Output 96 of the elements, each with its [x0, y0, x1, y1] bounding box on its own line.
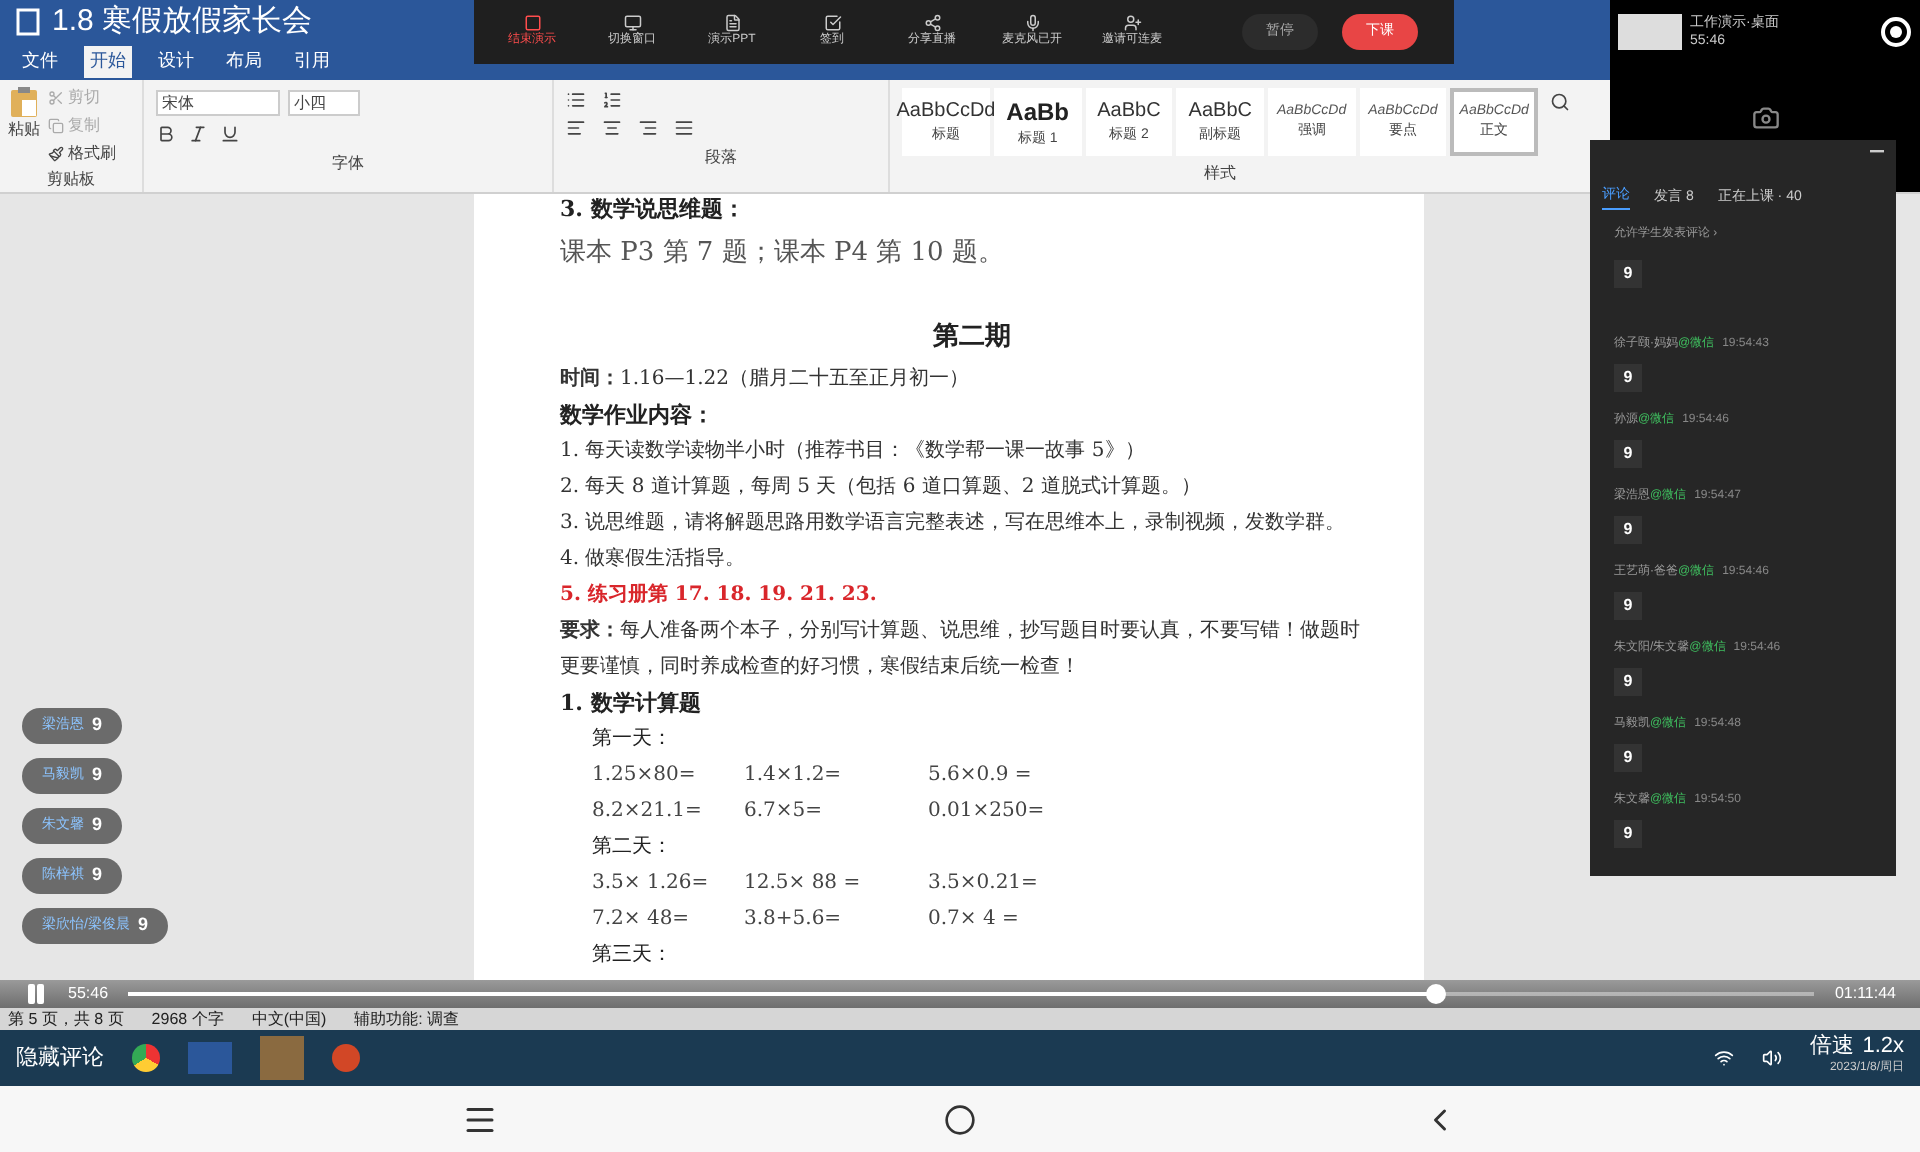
group-label: 样式	[1204, 162, 1236, 186]
font-family-field[interactable]: 宋体	[156, 90, 280, 116]
doc-text: 第一天：	[592, 728, 672, 750]
speed-label: 倍速	[1810, 1036, 1855, 1058]
doc-text: 时间：1.16—1.22（腊月二十五至正月初一）	[560, 368, 970, 390]
microphone-icon	[1023, 14, 1041, 32]
math-problem: 1.4×1.2=	[744, 764, 842, 786]
paintbrush-icon	[48, 146, 64, 162]
slides-taskbar-icon[interactable]	[332, 1044, 360, 1072]
comment-message: 9	[1614, 819, 1642, 847]
network-icon	[1714, 1048, 1735, 1068]
doc-text: 4. 做寒假生活指导。	[560, 548, 746, 570]
math-problem: 1.25×80=	[592, 764, 696, 786]
numbered-list-icon[interactable]	[602, 90, 622, 110]
math-problem: 12.5× 88 =	[744, 872, 861, 894]
checkbox-icon	[823, 14, 841, 32]
doc-heading: 1. 数学计算题	[560, 690, 701, 716]
hide-comments-button[interactable]: 隐藏评论	[16, 1041, 104, 1075]
math-problem: 3.8+5.6=	[744, 908, 842, 930]
comment-message: 9	[1614, 591, 1642, 619]
doc-text: 3. 说思维题，请将解题思路用数学语言完整表述，写在思维本上，录制视频，发数学群。	[560, 512, 1346, 534]
paste-button[interactable]: 粘贴	[8, 86, 40, 168]
group-label: 字体	[332, 152, 364, 176]
comment-message: 9	[1614, 515, 1642, 543]
comment-message: 9	[92, 712, 103, 739]
group-label: 段落	[705, 146, 737, 170]
stop-icon	[523, 14, 541, 32]
math-problem: 3.5×0.21=	[928, 872, 1038, 894]
add-user-icon	[1123, 14, 1141, 32]
menu-tab[interactable]: 开始	[84, 46, 132, 78]
math-problem: 7.2× 48=	[592, 908, 690, 930]
math-problem: 3.5× 1.26=	[592, 872, 709, 894]
doc-heading: 3. 数学说思维题：	[560, 196, 745, 222]
scissors-icon	[48, 90, 64, 106]
clipboard-icon	[10, 86, 38, 118]
home-icon[interactable]	[943, 1103, 976, 1135]
comment-message: 9	[1614, 743, 1642, 771]
comment-message: 9	[1614, 363, 1642, 391]
align-right-icon[interactable]	[638, 118, 658, 138]
record-icon[interactable]	[1880, 16, 1912, 48]
doc-title: 第二期	[933, 322, 1011, 352]
minimize-icon[interactable]	[1870, 150, 1884, 154]
format-painter-button[interactable]: 格式刷	[48, 142, 116, 166]
camera-icon	[1751, 104, 1779, 132]
screen-thumbnail	[1618, 14, 1682, 50]
doc-text: 要求：每人准备两个本子，分别写计算题、说思维，抄写题目时要认真，不要写错！做题时	[560, 620, 1360, 642]
comment-message: 9	[1614, 259, 1642, 287]
comment-message: 9	[1614, 667, 1642, 695]
page-count: 第 5 页，共 8 页	[8, 1007, 124, 1031]
elapsed-time: 55:46	[68, 982, 109, 1006]
progress-thumb[interactable]	[1425, 984, 1446, 1004]
doc-text: 第三天：	[592, 944, 672, 966]
total-time: 01:11:44	[1834, 982, 1896, 1006]
doc-text: 5. 练习册第 17. 18. 19. 21. 23.	[560, 584, 877, 606]
math-problem: 8.2×21.1=	[592, 800, 702, 822]
word-count: 2968 个字	[151, 1007, 224, 1031]
comment-message: 9	[92, 862, 103, 889]
math-problem: 0.01×250=	[928, 800, 1045, 822]
justify-icon[interactable]	[674, 118, 694, 138]
copy-icon	[48, 118, 64, 134]
math-problem: 5.6×0.9 =	[928, 764, 1032, 786]
underline-icon[interactable]	[220, 124, 240, 144]
doc-text: 2. 每天 8 道计算题，每周 5 天（包括 6 道口算题、2 道脱式计算题。）	[560, 476, 1201, 498]
doc-text: 更要谨慎，同时养成检查的好习惯，寒假结束后统一检查！	[560, 656, 1080, 678]
document-icon	[723, 14, 741, 32]
font-size-field[interactable]: 小四	[288, 90, 360, 116]
pause-icon[interactable]	[24, 982, 48, 1006]
search-icon[interactable]	[1550, 92, 1570, 112]
math-problem: 0.7× 4 =	[928, 908, 1019, 930]
italic-icon[interactable]	[188, 124, 208, 144]
doc-text: 1. 每天读数学读物半小时（推荐书目：《数学帮一课一故事 5》）	[560, 440, 1145, 462]
speed-value[interactable]: 1.2x	[1862, 1036, 1904, 1058]
comment-message: 9	[1614, 439, 1642, 467]
volume-icon	[1762, 1048, 1783, 1068]
doc-heading: 数学作业内容：	[560, 402, 714, 428]
window-title: 1.8 寒假放假家长会	[52, 1, 313, 42]
align-left-icon[interactable]	[566, 118, 586, 138]
language-label: 中文(中国)	[251, 1007, 327, 1031]
menu-tab[interactable]: 设计	[152, 46, 200, 78]
doc-text: 第二天：	[592, 836, 672, 858]
group-label: 剪贴板	[47, 168, 95, 192]
comment-message: 9	[92, 812, 103, 839]
menu-tab[interactable]: 布局	[220, 46, 268, 78]
align-center-icon[interactable]	[602, 118, 622, 138]
math-problem: 6.7×5=	[744, 800, 823, 822]
comment-message: 9	[92, 762, 103, 789]
comment-message: 9	[137, 912, 148, 939]
accessibility-status: 辅助功能: 调查	[354, 1007, 460, 1031]
bullet-list-icon[interactable]	[566, 90, 586, 110]
monitor-icon	[623, 14, 641, 32]
menu-tab[interactable]: 引用	[288, 46, 336, 78]
doc-text: 课本 P3 第 7 题；课本 P4 第 10 题。	[560, 238, 1004, 268]
bold-icon[interactable]	[156, 124, 176, 144]
browser-taskbar-icon[interactable]	[132, 1044, 160, 1072]
share-icon	[923, 14, 941, 32]
menu-tab[interactable]: 文件	[16, 46, 64, 78]
